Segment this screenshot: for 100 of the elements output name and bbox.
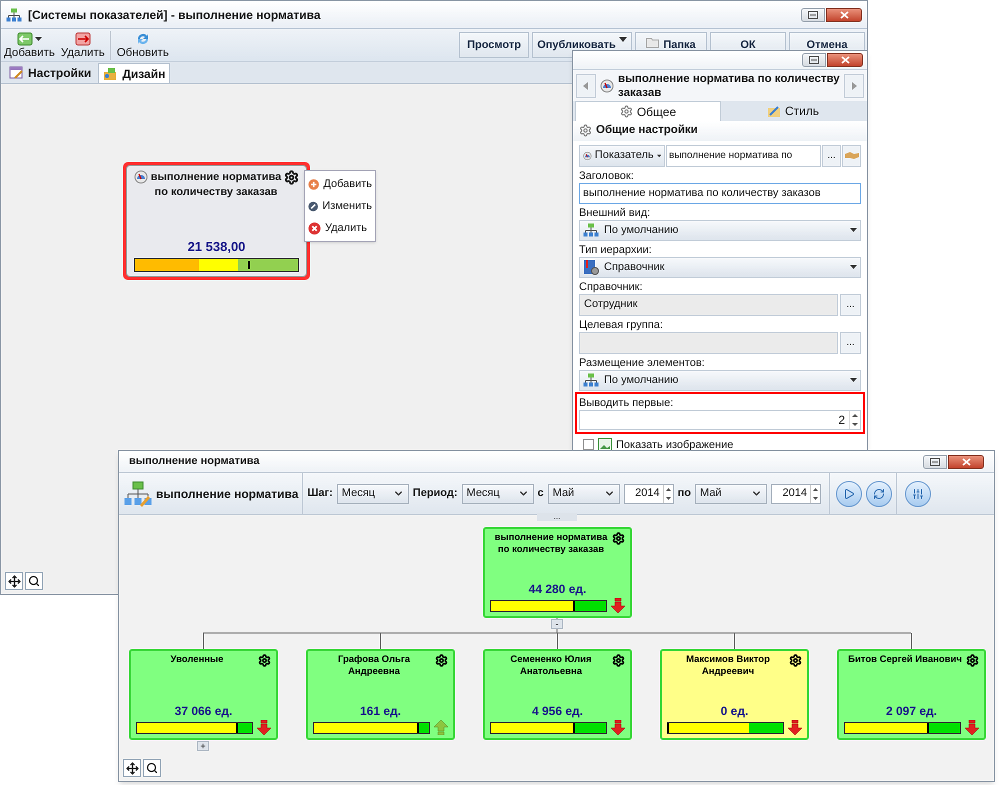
node-value: 2 097 ед. — [886, 704, 937, 718]
tab[interactable]: Дизайн — [98, 63, 170, 83]
from-label: с — [538, 486, 544, 502]
settings-icon[interactable] — [966, 654, 979, 667]
field-label: Справочник: — [579, 280, 644, 294]
hierarchy-edit-icon — [124, 480, 152, 506]
to-month-dropdown[interactable]: Май — [695, 484, 768, 504]
handshake-icon — [844, 151, 858, 160]
settings-icon[interactable] — [435, 654, 448, 667]
palette-icon — [103, 66, 118, 80]
close-button[interactable] — [826, 8, 862, 22]
field-label: Заголовок: — [579, 168, 635, 182]
indicator-node[interactable]: Графова Ольга Андреевна 161 ед. — [306, 649, 455, 740]
brush-icon — [766, 104, 781, 118]
play-icon — [843, 488, 856, 500]
zoom-button[interactable] — [25, 572, 43, 590]
close-icon — [840, 10, 848, 18]
gear-icon — [620, 105, 633, 118]
plus-circle-icon — [308, 178, 320, 190]
tab[interactable]: Стиль — [721, 101, 865, 122]
restore-icon — [930, 458, 940, 466]
card-value: 21 538,00 — [188, 238, 246, 256]
field-label: Внешний вид: — [579, 206, 652, 220]
indicator-card[interactable]: выполнение норматива по количеству заказав 21 538,00 — [123, 162, 310, 280]
zoom-button[interactable] — [143, 759, 161, 777]
restore-button[interactable] — [923, 454, 947, 468]
browse-button[interactable]: ... — [840, 332, 861, 354]
year-spinner[interactable]: 2014 — [624, 484, 674, 504]
refresh-button[interactable] — [866, 480, 892, 506]
tab[interactable]: Общее — [575, 101, 721, 122]
action-button[interactable]: Просмотр — [459, 32, 529, 58]
period-dropdown[interactable]: Месяц — [462, 484, 534, 504]
restore-icon — [809, 56, 819, 64]
close-button[interactable] — [948, 454, 984, 468]
move-icon — [8, 574, 20, 588]
settings-icon[interactable] — [612, 654, 625, 667]
indicator-node[interactable]: Битов Сергей Иванович 2 097 ед. — [837, 649, 986, 740]
step-dropdown[interactable]: Месяц — [336, 484, 409, 504]
dropdown[interactable]: По умолчанию — [579, 220, 861, 240]
node-value: 44 280 ед. — [528, 582, 586, 596]
x-circle-icon — [308, 222, 321, 234]
text-field[interactable]: выполнение норматива по количеству заказов — [579, 182, 861, 204]
right-arrow-icon — [851, 82, 857, 90]
toolbar-button[interactable]: Удалить — [58, 30, 108, 60]
toggle-button[interactable]: + — [197, 741, 209, 751]
field-label: Целевая группа: — [579, 318, 664, 332]
node-title: Битов Сергей Иванович — [847, 654, 963, 666]
move-icon — [126, 762, 138, 774]
from-month-dropdown[interactable]: Май — [548, 484, 620, 504]
lookup-field[interactable]: Сотрудник — [579, 294, 838, 316]
down-arrow-icon — [788, 720, 802, 735]
close-button[interactable] — [827, 53, 863, 68]
window-title: [Системы показателей] - выполнение норматива — [28, 6, 321, 24]
indicator-node[interactable]: Максимов Виктор Андреевич 0 ед. — [660, 649, 809, 740]
toolbar-button[interactable]: Добавить — [1, 30, 58, 60]
source-type-dropdown[interactable]: Показатель — [579, 144, 665, 166]
collapse-handle[interactable]: ... — [537, 513, 577, 521]
period-label: Период: — [412, 486, 458, 502]
year-spinner[interactable]: 2014 — [771, 484, 822, 504]
search-icon — [146, 762, 158, 774]
indicator-node[interactable]: Семененко Юлия Анатольевна 4 956 ед. — [483, 649, 632, 740]
indicator-node[interactable]: выполнение норматива по количеству заказав 44 280 ед. — [483, 527, 632, 618]
lookup-field[interactable] — [579, 332, 838, 354]
play-button[interactable] — [836, 480, 862, 506]
browse-button[interactable]: ... — [840, 294, 861, 316]
toolbar-button[interactable]: Обновить — [110, 30, 172, 60]
node-title: Семененко Юлия Анатольевна — [509, 654, 593, 678]
pan-button[interactable] — [5, 572, 23, 590]
dropdown[interactable]: Справочник — [579, 256, 861, 278]
gauge-icon — [600, 78, 614, 93]
left-arrow-icon — [583, 82, 589, 90]
node-title: выполнение норматива по количеству заказав — [494, 532, 608, 556]
indicator-node[interactable]: Уволенные 37 066 ед. — [129, 649, 278, 740]
settings-icon[interactable] — [284, 170, 299, 185]
source-field[interactable]: выполнение норматива по — [666, 144, 821, 166]
down-arrow-icon — [257, 720, 271, 735]
dropdown-caret-icon — [618, 37, 627, 42]
pan-button[interactable] — [123, 759, 141, 777]
previous-button[interactable] — [576, 74, 596, 98]
search-icon — [28, 575, 40, 587]
browse-button[interactable]: ... — [822, 144, 841, 166]
pencil-circle-icon — [308, 200, 318, 212]
restore-button[interactable] — [801, 8, 825, 22]
hierarchy-icon — [583, 373, 599, 387]
number-spinner[interactable]: 2 — [579, 410, 861, 430]
node-value: 0 ед. — [720, 704, 748, 718]
step-label: Шаг: — [307, 486, 333, 502]
restore-button[interactable] — [802, 53, 826, 68]
settings-icon[interactable] — [789, 654, 802, 667]
settings-icon[interactable] — [612, 532, 625, 545]
checkbox-label: Показать изображение — [616, 438, 734, 452]
toggle-button[interactable]: - — [551, 619, 563, 629]
dropdown[interactable]: По умолчанию — [579, 370, 861, 390]
checkbox[interactable] — [583, 439, 594, 450]
settings-icon[interactable] — [258, 654, 271, 667]
tab[interactable]: Настройки — [5, 63, 96, 83]
remove-row-icon — [74, 30, 92, 46]
gauge-icon — [134, 170, 148, 184]
settings-button[interactable] — [905, 480, 932, 506]
next-button[interactable] — [844, 74, 864, 98]
